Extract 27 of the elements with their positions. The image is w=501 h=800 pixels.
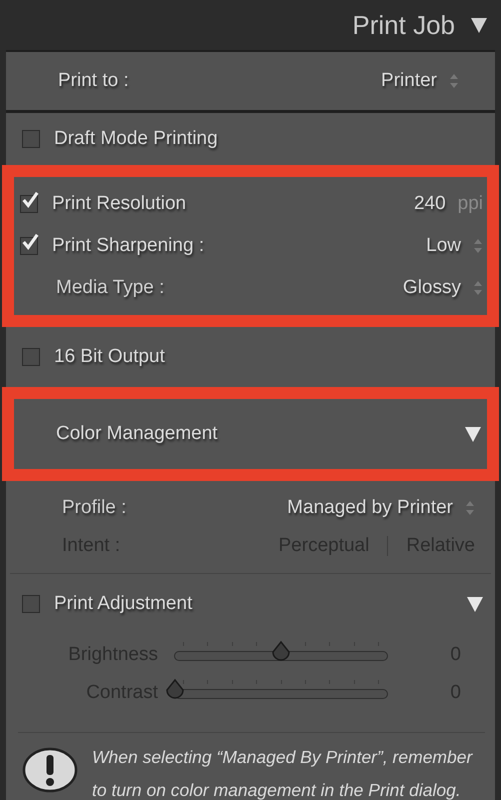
select-value[interactable]: Glossy bbox=[402, 277, 461, 299]
select-value[interactable]: Low bbox=[426, 235, 461, 257]
panel-title: Print Job bbox=[352, 10, 455, 40]
stepper-icon[interactable] bbox=[449, 73, 459, 89]
option-label: Draft Mode Printing bbox=[54, 128, 218, 150]
select-value[interactable]: Managed by Printer bbox=[287, 497, 453, 519]
value-text: 240 bbox=[414, 193, 446, 215]
option-label: Media Type : bbox=[56, 277, 164, 299]
expand-triangle-icon[interactable] bbox=[465, 594, 485, 614]
option-label: Profile : bbox=[62, 497, 126, 519]
collapse-triangle-icon[interactable] bbox=[469, 15, 489, 35]
stepper-icon[interactable] bbox=[465, 500, 475, 516]
stepper-icon[interactable] bbox=[473, 280, 483, 296]
note-text: When selecting “Managed By Printer”, remember to turn on color management in the Print dialog. bbox=[92, 746, 474, 800]
option-label: Print Resolution bbox=[52, 193, 186, 215]
checkbox[interactable] bbox=[22, 130, 40, 148]
warning-icon bbox=[22, 747, 78, 793]
option-label: 16 Bit Output bbox=[54, 346, 165, 368]
expand-triangle-icon[interactable] bbox=[463, 424, 483, 444]
stepper-icon[interactable] bbox=[473, 238, 483, 254]
print-to-label: Print to : bbox=[58, 70, 129, 92]
option-label: Print Sharpening : bbox=[52, 235, 204, 257]
option-label: Print Adjustment bbox=[54, 593, 192, 615]
option-label: Color Management bbox=[56, 423, 218, 445]
print-to-select[interactable]: Printer bbox=[381, 70, 437, 92]
checkbox[interactable] bbox=[22, 595, 40, 613]
checkbox[interactable] bbox=[22, 348, 40, 366]
